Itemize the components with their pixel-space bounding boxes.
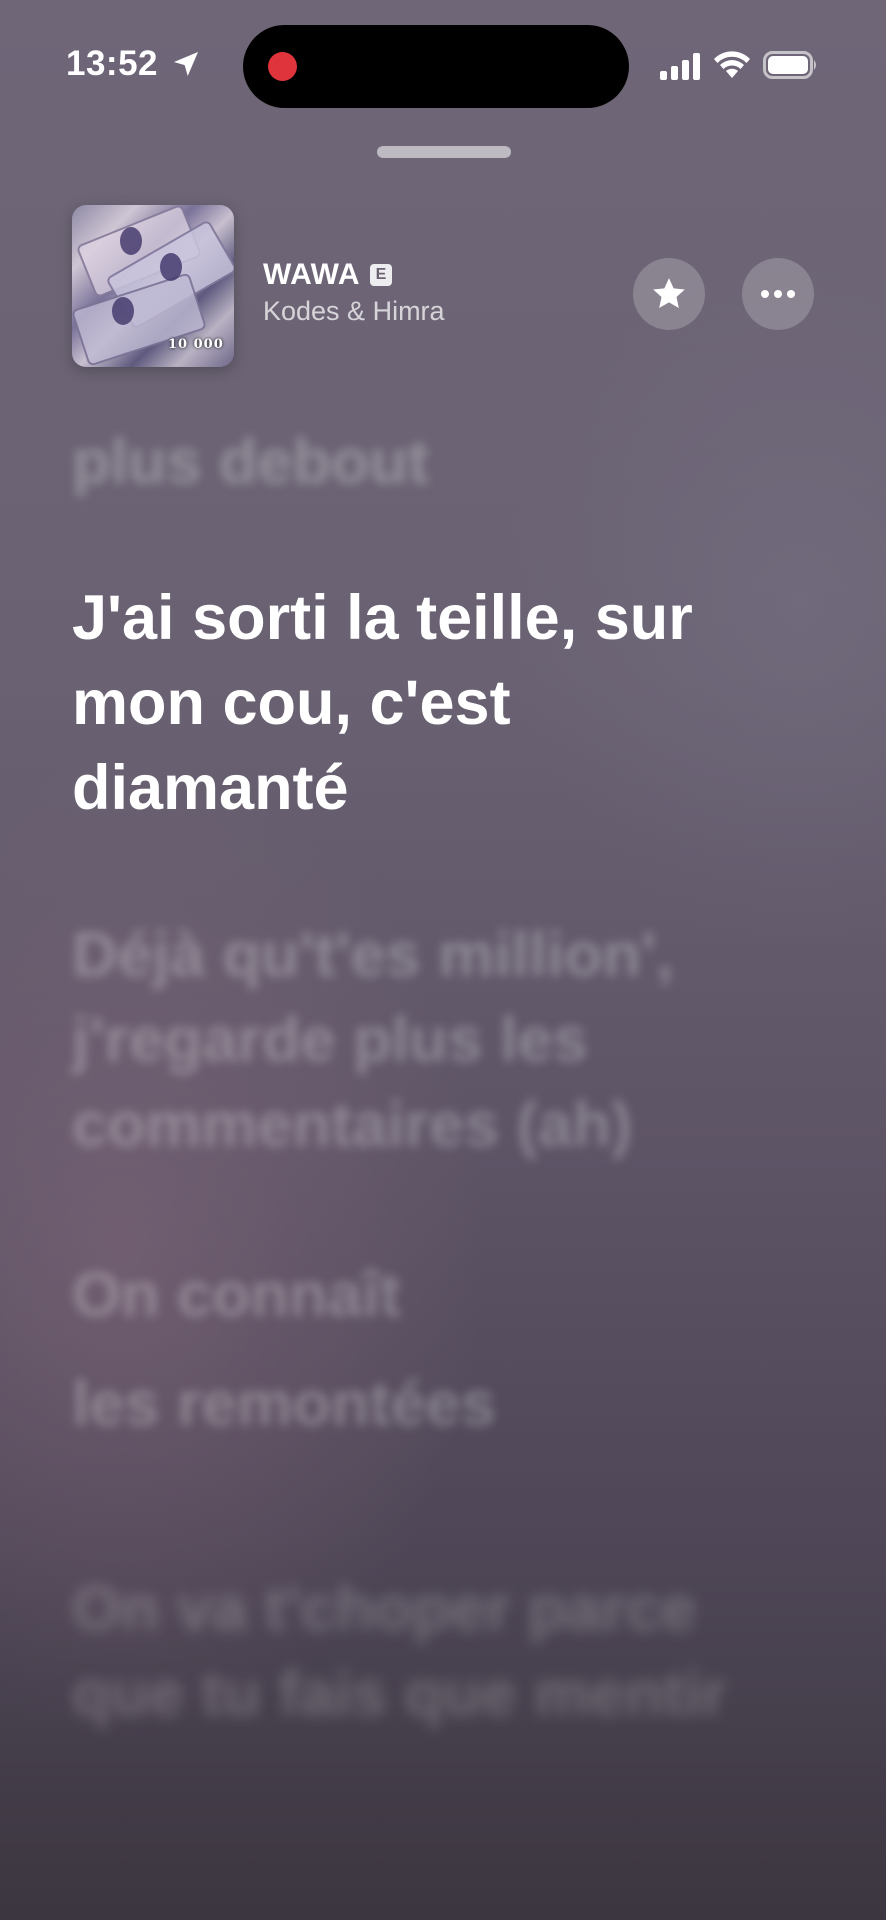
artist-name[interactable]: Kodes & Himra xyxy=(263,296,445,327)
battery-icon xyxy=(763,51,816,79)
dynamic-island xyxy=(243,25,629,108)
artwork-text: 10 000 xyxy=(168,337,224,352)
album-artwork[interactable]: 10 000 xyxy=(72,205,234,367)
recording-indicator xyxy=(268,52,297,81)
ellipsis-icon xyxy=(761,290,795,298)
song-title-row: WAWA E xyxy=(263,258,392,292)
cellular-signal-icon xyxy=(660,52,702,80)
star-icon xyxy=(653,278,685,308)
sheet-grabber[interactable] xyxy=(377,146,511,158)
explicit-badge: E xyxy=(370,264,392,286)
more-options-button[interactable] xyxy=(742,258,814,330)
favorite-button[interactable] xyxy=(633,258,705,330)
status-time: 13:52 xyxy=(66,44,159,83)
status-bar: 13:52 xyxy=(0,0,886,130)
song-title: WAWA xyxy=(263,258,360,291)
location-arrow-icon xyxy=(174,52,198,76)
lyric-line-previous[interactable]: plus debout xyxy=(72,420,772,505)
lyric-line-next[interactable]: Déjà qu't'es million', j'regarde plus le… xyxy=(72,913,772,1168)
lyric-line-next[interactable]: les remontées xyxy=(72,1362,772,1447)
lyric-line-current[interactable]: J'ai sorti la teille, sur mon cou, c'est… xyxy=(72,576,772,831)
wifi-icon xyxy=(714,51,750,78)
lyric-line-next[interactable]: On connaît xyxy=(72,1253,772,1338)
lyric-line-next[interactable]: On va t'choper parce que tu fais que men… xyxy=(72,1567,772,1737)
